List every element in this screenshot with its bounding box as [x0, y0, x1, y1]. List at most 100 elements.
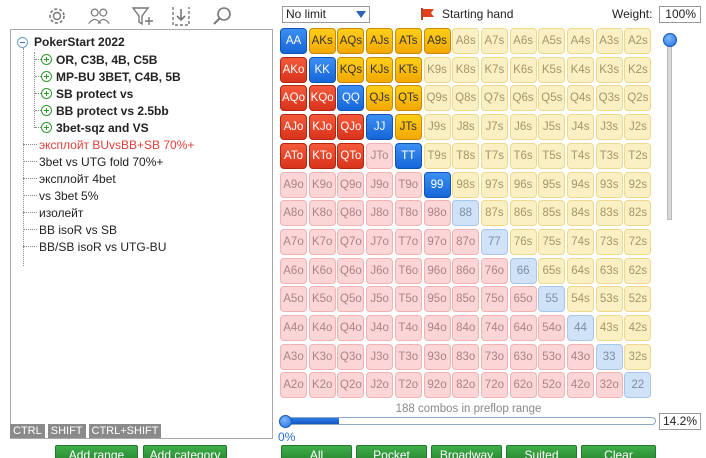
- hand-cell-T8s[interactable]: T8s: [452, 142, 480, 169]
- hand-cell-JJ[interactable]: JJ: [366, 114, 394, 141]
- tree-leaf[interactable]: BB/SB isoR vs UTG-BU: [23, 238, 166, 255]
- hand-cell-87o[interactable]: 87o: [452, 228, 480, 255]
- hand-cell-KTo[interactable]: KTo: [308, 142, 336, 169]
- select-suited-button[interactable]: Suited: [506, 445, 577, 458]
- hand-cell-J6s[interactable]: J6s: [509, 114, 537, 141]
- hand-cell-A5o[interactable]: A5o: [280, 286, 307, 313]
- hand-cell-AKo[interactable]: AKo: [280, 56, 307, 83]
- hand-cell-88[interactable]: 88: [452, 200, 480, 227]
- hand-cell-Q9s[interactable]: Q9s: [423, 85, 451, 112]
- hand-cell-J8o[interactable]: J8o: [366, 200, 394, 227]
- hand-cell-J4o[interactable]: J4o: [366, 315, 394, 341]
- search-icon[interactable]: [210, 4, 236, 28]
- hand-cell-96o[interactable]: 96o: [423, 257, 451, 284]
- hand-cell-K7o[interactable]: K7o: [308, 228, 336, 255]
- expand-icon[interactable]: [41, 71, 52, 82]
- hand-cell-ATo[interactable]: ATo: [280, 142, 307, 169]
- hand-cell-33[interactable]: 33: [595, 343, 623, 370]
- hand-cell-A9s[interactable]: A9s: [423, 28, 451, 54]
- hand-cell-65o[interactable]: 65o: [509, 286, 537, 313]
- expand-icon[interactable]: [41, 54, 52, 65]
- hand-cell-93o[interactable]: 93o: [423, 343, 451, 370]
- gear-icon[interactable]: [44, 4, 70, 28]
- expand-icon[interactable]: [41, 122, 52, 133]
- hand-cell-72s[interactable]: 72s: [624, 228, 652, 255]
- hand-cell-A3s[interactable]: A3s: [595, 28, 623, 54]
- hand-cell-K2o[interactable]: K2o: [308, 372, 336, 399]
- hand-cell-75s[interactable]: 75s: [538, 228, 566, 255]
- tree-subcategory[interactable]: 3bet-sqz and VS: [35, 119, 149, 136]
- hand-cell-AJs[interactable]: AJs: [366, 28, 394, 54]
- range-percent-input[interactable]: 14.2%: [659, 413, 701, 430]
- hand-cell-JTo[interactable]: JTo: [366, 142, 394, 169]
- hand-cell-AQo[interactable]: AQo: [280, 85, 307, 112]
- hand-cell-55[interactable]: 55: [538, 286, 566, 313]
- hand-cell-T2o[interactable]: T2o: [394, 372, 422, 399]
- hand-cell-Q4s[interactable]: Q4s: [567, 85, 594, 112]
- hand-cell-64o[interactable]: 64o: [509, 315, 537, 341]
- hand-cell-63o[interactable]: 63o: [509, 343, 537, 370]
- hand-cell-92o[interactable]: 92o: [423, 372, 451, 399]
- collapse-icon[interactable]: [17, 36, 28, 48]
- hand-cell-T4o[interactable]: T4o: [394, 315, 422, 341]
- hand-cell-A7s[interactable]: A7s: [480, 28, 508, 54]
- hand-cell-J3o[interactable]: J3o: [366, 343, 394, 370]
- hand-cell-K2s[interactable]: K2s: [624, 56, 652, 83]
- hand-cell-54o[interactable]: 54o: [538, 315, 566, 341]
- hand-cell-K6o[interactable]: K6o: [308, 257, 336, 284]
- hand-cell-AA[interactable]: AA: [280, 28, 307, 54]
- hand-cell-92s[interactable]: 92s: [624, 171, 652, 198]
- hand-cell-43o[interactable]: 43o: [567, 343, 594, 370]
- hand-cell-K5o[interactable]: K5o: [308, 286, 336, 313]
- hand-cell-QTo[interactable]: QTo: [337, 142, 365, 169]
- hand-cell-94o[interactable]: 94o: [423, 315, 451, 341]
- hand-cell-JTs[interactable]: JTs: [394, 114, 422, 141]
- hand-cell-Q2o[interactable]: Q2o: [337, 372, 365, 399]
- add-category-button[interactable]: Add category: [143, 445, 227, 458]
- add-range-button[interactable]: Add range: [55, 445, 138, 458]
- hand-cell-85s[interactable]: 85s: [538, 200, 566, 227]
- weight-input[interactable]: 100%: [659, 6, 701, 23]
- hand-cell-Q5o[interactable]: Q5o: [337, 286, 365, 313]
- hand-cell-98s[interactable]: 98s: [452, 171, 480, 198]
- hand-cell-T3o[interactable]: T3o: [394, 343, 422, 370]
- hand-cell-K7s[interactable]: K7s: [480, 56, 508, 83]
- hand-cell-K3o[interactable]: K3o: [308, 343, 336, 370]
- hand-cell-AJo[interactable]: AJo: [280, 114, 307, 141]
- hand-cell-43s[interactable]: 43s: [595, 315, 623, 341]
- hand-cell-32o[interactable]: 32o: [595, 372, 623, 399]
- hand-cell-96s[interactable]: 96s: [509, 171, 537, 198]
- hand-cell-J4s[interactable]: J4s: [567, 114, 594, 141]
- hand-cell-85o[interactable]: 85o: [452, 286, 480, 313]
- hand-cell-74s[interactable]: 74s: [567, 228, 594, 255]
- hand-cell-84o[interactable]: 84o: [452, 315, 480, 341]
- hand-cell-64s[interactable]: 64s: [567, 257, 594, 284]
- hand-cell-KQs[interactable]: KQs: [337, 56, 365, 83]
- tree-leaf[interactable]: BB isoR vs SB: [23, 221, 117, 238]
- tree-subcategory[interactable]: OR, C3B, 4B, C5B: [35, 51, 157, 68]
- hand-cell-A4o[interactable]: A4o: [280, 315, 307, 341]
- hand-cell-K9s[interactable]: K9s: [423, 56, 451, 83]
- hand-cell-42o[interactable]: 42o: [567, 372, 594, 399]
- starting-hand-control[interactable]: Starting hand: [420, 6, 513, 22]
- select-all-button[interactable]: All: [281, 445, 352, 458]
- select-broadway-button[interactable]: Broadway: [431, 445, 502, 458]
- hand-cell-KQo[interactable]: KQo: [308, 85, 336, 112]
- hand-cell-Q4o[interactable]: Q4o: [337, 315, 365, 341]
- hand-cell-J7o[interactable]: J7o: [366, 228, 394, 255]
- tree-subcategory[interactable]: SB protect vs: [35, 85, 133, 102]
- tree-subcategory[interactable]: BB protect vs 2.5bb: [35, 102, 169, 119]
- hand-cell-J3s[interactable]: J3s: [595, 114, 623, 141]
- hand-cell-62s[interactable]: 62s: [624, 257, 652, 284]
- hand-cell-Q3o[interactable]: Q3o: [337, 343, 365, 370]
- range-percent-slider[interactable]: [286, 417, 656, 425]
- hand-cell-QJo[interactable]: QJo: [337, 114, 365, 141]
- hand-cell-QQ[interactable]: QQ: [337, 85, 365, 112]
- hand-cell-77[interactable]: 77: [480, 228, 508, 255]
- hand-cell-Q9o[interactable]: Q9o: [337, 171, 365, 198]
- hand-cell-J5o[interactable]: J5o: [366, 286, 394, 313]
- hand-cell-83o[interactable]: 83o: [452, 343, 480, 370]
- hand-cell-86o[interactable]: 86o: [452, 257, 480, 284]
- expand-icon[interactable]: [41, 88, 52, 99]
- hand-cell-52o[interactable]: 52o: [538, 372, 566, 399]
